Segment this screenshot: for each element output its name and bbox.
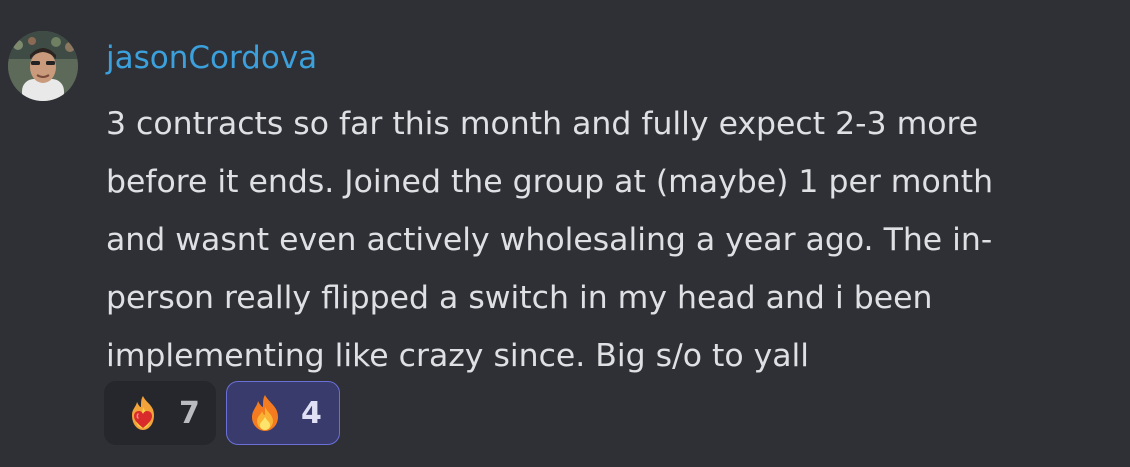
reaction-count: 4	[301, 395, 322, 431]
reaction-count: 7	[179, 395, 200, 431]
message-content: 3 contracts so far this month and fully …	[106, 95, 1106, 385]
reaction-fire[interactable]: 4	[226, 381, 340, 445]
message-line: before it ends. Joined the group at (may…	[106, 164, 994, 200]
fire-icon	[245, 393, 285, 433]
message-line: implementing like crazy since. Big s/o t…	[106, 338, 810, 374]
message-line: person really flipped a switch in my hea…	[106, 280, 933, 316]
reaction-fire-heart[interactable]: 7	[104, 381, 216, 445]
message-author[interactable]: jasonCordova	[106, 36, 317, 80]
message-line: 3 contracts so far this month and fully …	[106, 106, 979, 142]
avatar-photo-icon	[8, 31, 78, 101]
reaction-bar: 7 4	[104, 381, 340, 445]
fire-heart-icon	[123, 393, 163, 433]
user-avatar[interactable]	[8, 31, 78, 101]
message-line: and wasnt even actively wholesaling a ye…	[106, 222, 993, 258]
chat-message: jasonCordova 3 contracts so far this mon…	[0, 0, 1130, 467]
